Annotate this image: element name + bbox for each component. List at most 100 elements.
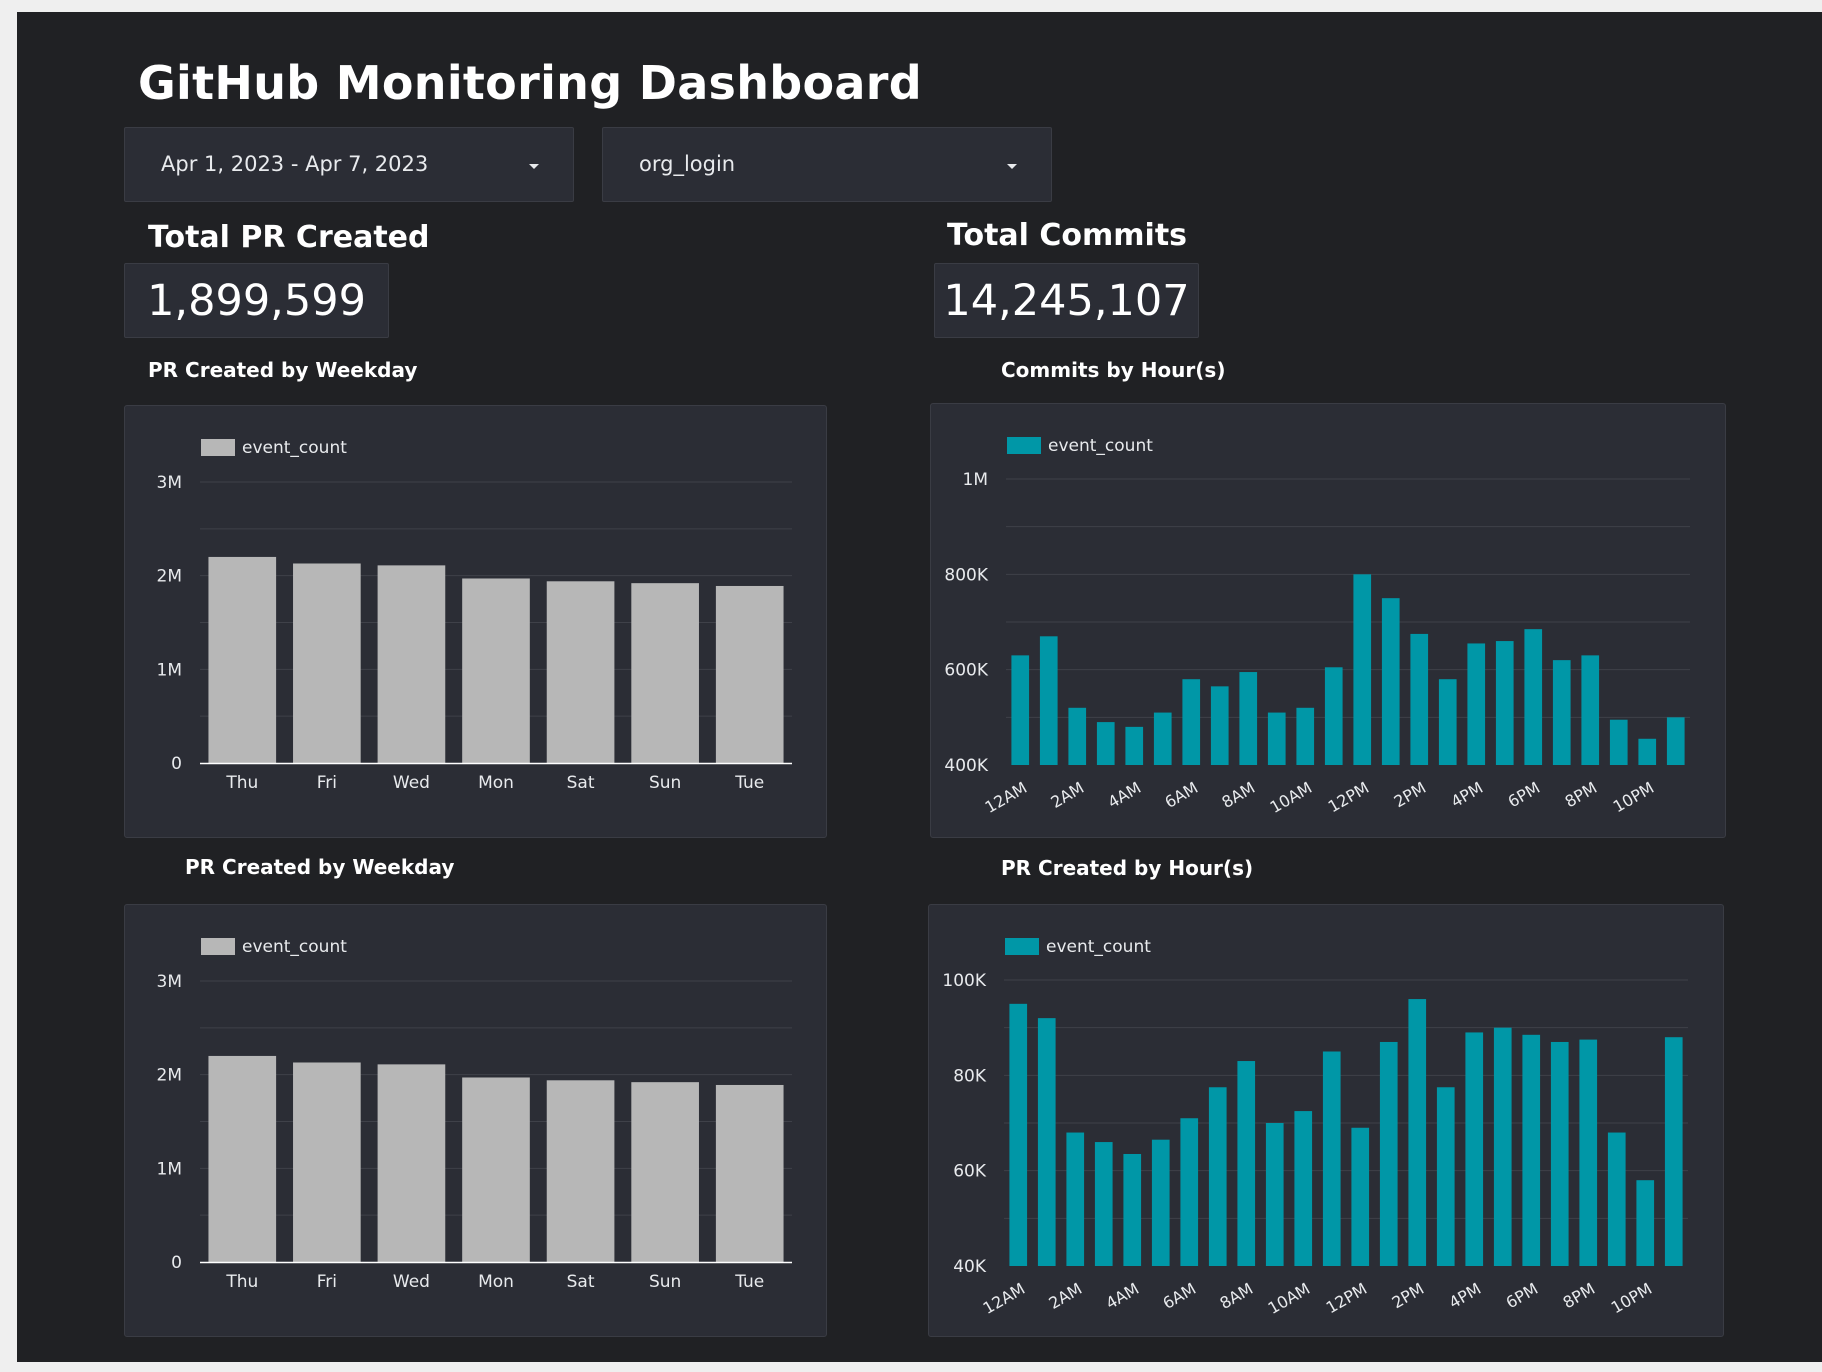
chart-title-pr-weekday-2: PR Created by Weekday [185, 855, 455, 879]
bar-8am[interactable] [1237, 1061, 1256, 1266]
bar-9am[interactable] [1265, 1123, 1284, 1266]
bar-tue[interactable] [715, 585, 784, 763]
bar-4pm[interactable] [1467, 643, 1486, 765]
bar-8pm[interactable] [1581, 655, 1600, 765]
x-tick-label: Thu [225, 773, 258, 793]
total-commits-label: Total Commits [947, 218, 1188, 253]
legend-swatch [1005, 938, 1039, 955]
bar-10am[interactable] [1296, 707, 1315, 765]
caret-down-icon[interactable] [1007, 164, 1017, 169]
bar-3am[interactable] [1096, 722, 1115, 765]
bar-thu[interactable] [208, 556, 277, 763]
bar-thu[interactable] [208, 1055, 277, 1262]
bar-9pm[interactable] [1607, 1132, 1626, 1266]
y-tick-label: 0 [171, 754, 182, 774]
date-range-control[interactable]: Apr 1, 2023 - Apr 7, 2023 [124, 127, 574, 202]
bar-8pm[interactable] [1579, 1039, 1598, 1266]
caret-down-icon[interactable] [529, 164, 539, 169]
bar-5pm[interactable] [1493, 1027, 1512, 1266]
total-pr-scorecard: 1,899,599 [124, 263, 389, 338]
bar-8am[interactable] [1239, 672, 1258, 765]
bar-3pm[interactable] [1438, 679, 1457, 765]
bar-wed[interactable] [377, 565, 446, 763]
bar-1am[interactable] [1039, 636, 1058, 765]
bar-fri[interactable] [293, 1062, 361, 1262]
bar-2pm[interactable] [1410, 633, 1429, 765]
chart-title-pr-weekday-1: PR Created by Weekday [148, 358, 418, 382]
bar-3pm[interactable] [1436, 1087, 1455, 1266]
bar-2am[interactable] [1068, 707, 1087, 765]
x-tick-label: 4PM [1448, 778, 1487, 811]
x-tick-label: 8PM [1562, 778, 1601, 811]
bar-sat[interactable] [546, 581, 615, 763]
bar-mon[interactable] [462, 578, 530, 763]
report-canvas: GitHub Monitoring Dashboard Apr 1, 2023 … [17, 12, 1822, 1362]
total-pr-value: 1,899,599 [147, 275, 366, 326]
y-tick-label: 1M [157, 1159, 182, 1179]
x-tick-label: Fri [317, 773, 337, 793]
bar-4am[interactable] [1125, 726, 1144, 765]
y-tick-label: 3M [157, 473, 182, 493]
bar-10am[interactable] [1294, 1111, 1313, 1266]
bar-11am[interactable] [1324, 667, 1343, 765]
bar-6am[interactable] [1180, 1118, 1199, 1266]
bar-sat[interactable] [546, 1080, 615, 1262]
bar-wed[interactable] [377, 1064, 446, 1262]
bar-6am[interactable] [1182, 679, 1201, 765]
bar-10pm[interactable] [1638, 738, 1657, 765]
bar-5am[interactable] [1153, 712, 1172, 765]
bar-9pm[interactable] [1609, 719, 1628, 765]
chart-legend: event_count [201, 438, 347, 458]
x-tick-label: Fri [317, 1272, 337, 1292]
bar-2pm[interactable] [1408, 999, 1427, 1266]
bar-2am[interactable] [1066, 1132, 1085, 1266]
x-tick-label: 6PM [1505, 778, 1544, 811]
bar-12am[interactable] [1011, 655, 1030, 765]
org-login-filter[interactable]: org_login [602, 127, 1052, 202]
bar-10pm[interactable] [1636, 1180, 1655, 1266]
bar-11am[interactable] [1322, 1051, 1341, 1267]
y-tick-label: 3M [157, 972, 182, 992]
x-tick-label: 12AM [982, 778, 1031, 817]
bar-11pm[interactable] [1666, 717, 1685, 765]
bar-12pm[interactable] [1351, 1127, 1370, 1266]
bar-mon[interactable] [462, 1077, 530, 1262]
bar-7am[interactable] [1208, 1087, 1227, 1266]
total-commits-scorecard: 14,245,107 [934, 263, 1199, 338]
bar-3am[interactable] [1094, 1142, 1113, 1266]
bar-fri[interactable] [293, 563, 361, 763]
x-tick-label: Tue [734, 773, 764, 793]
bar-1am[interactable] [1037, 1018, 1056, 1266]
bar-7pm[interactable] [1552, 660, 1571, 765]
page-title: GitHub Monitoring Dashboard [138, 56, 922, 110]
date-range-value: Apr 1, 2023 - Apr 7, 2023 [161, 152, 429, 176]
bar-5pm[interactable] [1495, 641, 1514, 765]
bar-5am[interactable] [1151, 1139, 1170, 1266]
legend-label: event_count [242, 937, 347, 957]
legend-label: event_count [242, 438, 347, 458]
total-commits-value: 14,245,107 [943, 275, 1190, 326]
bar-4pm[interactable] [1465, 1032, 1484, 1266]
pr-weekday-chart-2: event_count 0 1M 2M 3M Thu Fri Wed Mon Sat Sun Tue [124, 904, 827, 1337]
x-tick-label: 10PM [1608, 1279, 1655, 1317]
bar-sun[interactable] [631, 583, 699, 763]
bar-9am[interactable] [1267, 712, 1286, 765]
chart-svg: event_count 400K 600K 800K 1M 12AM 2AM 4AM 6AM 8A… [944, 436, 1690, 817]
y-tick-label: 400K [944, 756, 988, 776]
bar-tue[interactable] [715, 1084, 784, 1262]
bar-1pm[interactable] [1379, 1041, 1398, 1266]
bar-11pm[interactable] [1664, 1037, 1683, 1266]
bar-6pm[interactable] [1524, 629, 1543, 765]
x-tick-label: 2AM [1047, 778, 1087, 812]
bar-sun[interactable] [631, 1082, 699, 1262]
bar-6pm[interactable] [1522, 1034, 1541, 1266]
bar-4am[interactable] [1123, 1153, 1142, 1266]
bar-12pm[interactable] [1353, 574, 1372, 765]
bar-7pm[interactable] [1550, 1041, 1569, 1266]
x-tick-label: 10PM [1610, 778, 1657, 816]
bar-12am[interactable] [1009, 1003, 1028, 1266]
bar-1pm[interactable] [1381, 598, 1400, 765]
bar-7am[interactable] [1210, 686, 1229, 765]
x-tick-label: 4AM [1102, 1279, 1142, 1313]
x-tick-label: 10AM [1265, 1279, 1314, 1318]
